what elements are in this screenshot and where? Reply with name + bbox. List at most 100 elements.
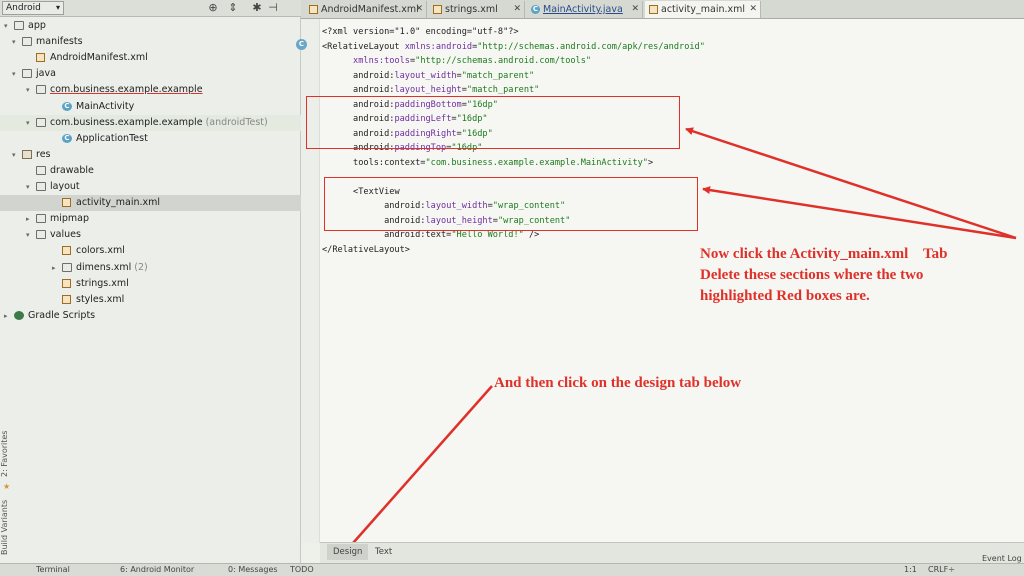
- tree-item[interactable]: ▾ com.business.example.example (androidTe…: [0, 114, 301, 131]
- project-tree: ▾ app ▾ manifests AndroidManifest.xml ▾ java ▾ c…: [0, 17, 301, 321]
- class-icon: C: [62, 133, 72, 143]
- close-icon[interactable]: ✕: [513, 1, 521, 18]
- collapse-arrow-icon[interactable]: ▾: [12, 66, 20, 82]
- tree-item-label: app: [28, 18, 46, 34]
- project-view-label: Android: [6, 3, 41, 13]
- tree-item[interactable]: ▸ Gradle Scripts: [0, 308, 301, 324]
- tree-item[interactable]: ▾ app: [0, 18, 301, 34]
- close-icon[interactable]: ✕: [415, 1, 423, 18]
- collapse-arrow-icon[interactable]: ▾: [26, 179, 34, 195]
- close-icon[interactable]: ✕: [631, 1, 639, 18]
- star-icon: ★: [3, 482, 11, 491]
- tree-item-name: com.business.example.example: [50, 116, 203, 128]
- editor-tab-label: activity_main.xml: [661, 4, 746, 15]
- tree-item[interactable]: C MainActivity: [0, 99, 301, 115]
- tree-item-name: app: [28, 20, 46, 31]
- xml-value: "http://schemas.android.com/tools": [415, 56, 592, 66]
- tree-item[interactable]: activity_main.xml: [0, 195, 301, 212]
- editor-tab[interactable]: activity_main.xml ✕: [645, 1, 761, 18]
- xml-file-icon: [309, 5, 318, 14]
- tree-item[interactable]: AndroidManifest.xml: [0, 50, 301, 66]
- xml-file-icon: [62, 198, 71, 208]
- code-line[interactable]: tools:context="com.business.example.exam…: [322, 156, 705, 171]
- xml-text: android:: [353, 70, 395, 81]
- collapse-arrow-icon[interactable]: ▾: [12, 34, 20, 50]
- editor-tab[interactable]: C MainActivity.java ✕: [527, 1, 643, 18]
- tree-item[interactable]: drawable: [0, 163, 301, 179]
- expand-arrow-icon[interactable]: ▸: [4, 308, 12, 324]
- tree-item[interactable]: ▸ dimens.xml (2): [0, 260, 301, 276]
- tree-item[interactable]: strings.xml: [0, 276, 301, 292]
- collapse-arrow-icon[interactable]: ▾: [4, 18, 12, 34]
- code-line[interactable]: </RelativeLayout>: [322, 243, 705, 258]
- collapse-arrow-icon[interactable]: ▾: [26, 115, 34, 131]
- line-separator[interactable]: CRLF÷: [928, 564, 955, 576]
- project-view-dropdown[interactable]: Android ▾: [2, 1, 64, 15]
- tree-item[interactable]: ▾ layout: [0, 179, 301, 195]
- code-line[interactable]: android:layout_width="match_parent": [322, 69, 705, 84]
- caret-position[interactable]: 1:1: [904, 564, 917, 576]
- tree-item[interactable]: ▾ values: [0, 227, 301, 243]
- xml-text: android:: [353, 85, 395, 95]
- editor-tab[interactable]: AndroidManifest.xml ✕: [305, 1, 427, 18]
- tree-item-name: drawable: [50, 164, 94, 176]
- tree-item[interactable]: ▾ java: [0, 66, 301, 82]
- folder-icon: [22, 69, 32, 79]
- collapse-arrow-icon[interactable]: ▾: [12, 147, 20, 163]
- tree-item[interactable]: ▾ com.business.example.example: [0, 82, 301, 98]
- tree-item[interactable]: colors.xml: [0, 243, 301, 259]
- code-line[interactable]: <RelativeLayout xmlns:android="http://sc…: [322, 40, 705, 55]
- tree-item-name: java: [36, 68, 56, 80]
- tree-item[interactable]: ▾ manifests: [0, 34, 301, 50]
- tree-item[interactable]: C ApplicationTest: [0, 131, 301, 147]
- editor-tab[interactable]: strings.xml ✕: [429, 1, 525, 18]
- tree-item-label: MainActivity: [76, 99, 134, 115]
- todo-button[interactable]: TODO: [290, 564, 314, 576]
- design-tab[interactable]: Design: [327, 544, 369, 560]
- tree-item[interactable]: ▸ mipmap: [0, 211, 301, 227]
- sync-icon[interactable]: ⊕: [206, 1, 220, 15]
- folder-icon: [62, 262, 72, 272]
- tree-item-label: colors.xml: [76, 243, 125, 259]
- gear-icon[interactable]: ✱: [250, 1, 264, 15]
- expand-arrow-icon[interactable]: ▸: [52, 260, 60, 276]
- close-icon[interactable]: ✕: [749, 1, 757, 18]
- tree-item-name: values: [50, 229, 81, 241]
- build-variants-tab[interactable]: Build Variants: [0, 498, 14, 556]
- tree-item-label: com.business.example.example (androidTes…: [50, 115, 268, 131]
- xml-attribute: layout_height: [394, 85, 462, 95]
- tree-item-suffix: (2): [131, 261, 148, 273]
- messages-button[interactable]: 0: Messages: [228, 564, 278, 576]
- tree-item[interactable]: ▾ res: [0, 147, 301, 163]
- favorites-tab[interactable]: 2: Favorites: [0, 430, 14, 478]
- collapse-arrow-icon[interactable]: ▾: [26, 227, 34, 243]
- tree-item[interactable]: styles.xml: [0, 292, 301, 308]
- tree-item-name: styles.xml: [76, 293, 125, 305]
- text-tab[interactable]: Text: [369, 544, 398, 560]
- expand-arrow-icon[interactable]: ▸: [26, 211, 34, 227]
- folder-icon: [36, 165, 46, 175]
- code-line[interactable]: <?xml version="1.0" encoding="utf-8"?>: [322, 25, 705, 40]
- terminal-button[interactable]: Terminal: [36, 564, 70, 576]
- class-icon: C: [62, 101, 72, 111]
- tree-item-label: AndroidManifest.xml: [50, 50, 148, 66]
- xml-text: <?xml version="1.0" encoding="utf-8"?>: [322, 27, 519, 37]
- collapse-icon[interactable]: ⇕: [226, 1, 240, 15]
- collapse-arrow-icon[interactable]: ▾: [26, 82, 34, 98]
- xml-value: "com.business.example.example.MainActivi…: [425, 157, 648, 168]
- hide-panel-icon[interactable]: ⊣: [266, 1, 280, 15]
- tree-item-label: drawable: [50, 163, 94, 179]
- android-monitor-button[interactable]: 6: Android Monitor: [120, 564, 194, 576]
- xml-file-icon: [62, 294, 71, 304]
- code-line[interactable]: xmlns:tools="http://schemas.android.com/…: [322, 54, 705, 69]
- project-panel-header: Android ▾ ⊕ ⇕ ✱ ⊣: [0, 0, 301, 17]
- xml-file-icon: [62, 246, 71, 256]
- tree-item-name: AndroidManifest.xml: [50, 52, 148, 64]
- tree-item-label: strings.xml: [76, 276, 129, 292]
- status-bar: Terminal 6: Android Monitor 0: Messages …: [0, 554, 1024, 576]
- tree-item-label: mipmap: [50, 211, 89, 227]
- textview-highlight: [324, 177, 698, 231]
- tree-item-label: values: [50, 227, 81, 243]
- event-log-button[interactable]: Event Log: [982, 553, 1022, 565]
